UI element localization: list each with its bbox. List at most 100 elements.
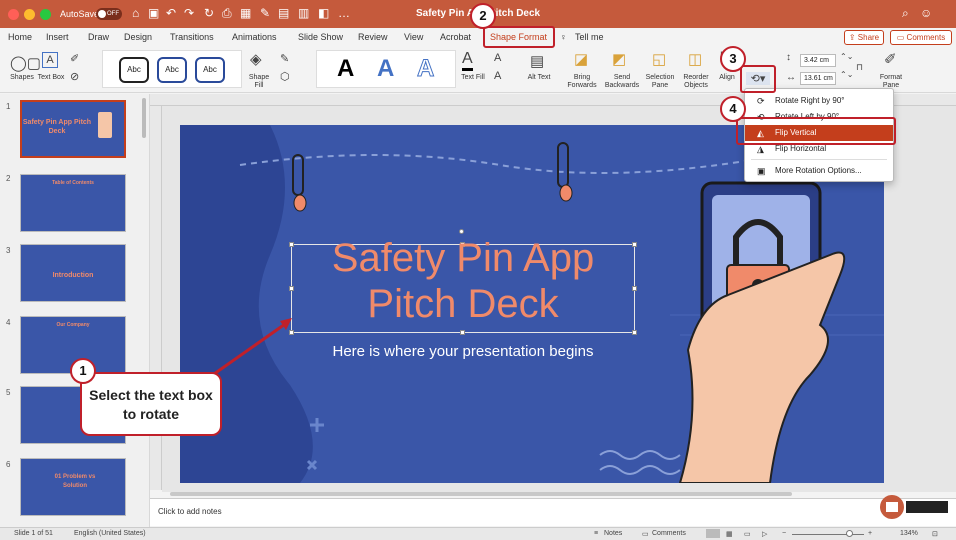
wordart-style-3[interactable]: A	[416, 55, 434, 83]
tab-tell-me[interactable]: Tell me	[575, 32, 604, 42]
slide-sorter-icon[interactable]: ▦	[726, 530, 733, 538]
minimize-window-button[interactable]	[24, 9, 35, 20]
format-pane-icon[interactable]: ✐	[884, 50, 897, 68]
slide-thumbnail[interactable]: 01 Problem vs Solution	[20, 458, 126, 516]
selection-pane-icon[interactable]: ◱	[652, 50, 666, 68]
thumbnail-scrollbar[interactable]	[142, 98, 146, 138]
fit-to-window-icon[interactable]: ⊡	[932, 530, 938, 538]
tab-transitions[interactable]: Transitions	[170, 32, 214, 42]
print-icon[interactable]: ⎙	[222, 6, 232, 21]
autosave-toggle[interactable]: OFF	[96, 8, 122, 20]
shape-style-3[interactable]: Abc	[195, 57, 225, 83]
zoom-slider-track[interactable]	[792, 534, 864, 535]
tab-home[interactable]: Home	[8, 32, 32, 42]
tab-animations[interactable]: Animations	[232, 32, 277, 42]
edit-shape-icon[interactable]: ✐	[70, 52, 79, 65]
shape-height-field[interactable]: 3.42 cm	[800, 54, 836, 67]
shape-effects-icon[interactable]: ⬡	[280, 70, 290, 83]
shape-style-2[interactable]: Abc	[157, 57, 187, 83]
bring-forwards-icon[interactable]: ◪	[574, 50, 588, 68]
textbox-icon[interactable]: A	[42, 52, 58, 68]
slide-subtitle[interactable]: Here is where your presentation begins	[288, 343, 638, 360]
zoom-out-icon[interactable]: −	[782, 530, 786, 537]
horizontal-scrollbar[interactable]	[170, 492, 792, 496]
shape-fill-icon[interactable]: ◈	[250, 50, 262, 68]
text-outline-icon[interactable]: A	[494, 52, 501, 64]
rotate-button-highlight	[740, 65, 776, 93]
refresh-icon[interactable]: ↻	[204, 6, 214, 20]
wordart-style-2[interactable]: A	[377, 55, 394, 83]
resize-handle[interactable]	[289, 330, 294, 335]
language-indicator[interactable]: English (United States)	[74, 530, 146, 537]
slide-thumbnail[interactable]: Introduction	[20, 244, 126, 302]
reorder-objects-label: Reorder Objects	[683, 74, 709, 89]
shape-style-1[interactable]: Abc	[119, 57, 149, 83]
comments-button[interactable]: ▭ Comments	[890, 30, 952, 45]
height-stepper[interactable]: ⌃⌄	[840, 52, 853, 61]
smiley-icon[interactable]: ☺	[920, 6, 932, 20]
tab-slide-show[interactable]: Slide Show	[298, 32, 343, 42]
link-icon[interactable]: ⊘	[70, 70, 79, 83]
comments-toggle[interactable]: Comments	[652, 530, 686, 537]
format-icon[interactable]: ✎	[260, 6, 270, 20]
text-fill-icon[interactable]: A	[462, 50, 473, 71]
ellipsis-icon[interactable]: …	[338, 6, 350, 20]
slideshow-icon[interactable]: ▷	[762, 530, 767, 538]
menu-more-rotation-options[interactable]: ▣ More Rotation Options...	[745, 163, 893, 179]
tab-insert[interactable]: Insert	[46, 32, 69, 42]
notes-toggle[interactable]: Notes	[604, 530, 622, 537]
tab-view[interactable]: View	[404, 32, 423, 42]
zoom-in-icon[interactable]: +	[868, 530, 872, 537]
share-button[interactable]: ⇪ Share	[844, 30, 884, 45]
shape-outline-icon[interactable]: ✎	[280, 52, 289, 65]
shapes-label: Shapes	[10, 74, 34, 81]
close-window-button[interactable]	[8, 9, 19, 20]
shapes-icon[interactable]: ◯▢	[10, 54, 41, 72]
tab-design[interactable]: Design	[124, 32, 152, 42]
step-badge-1: 1	[70, 358, 96, 384]
menu-rotate-right[interactable]: ⟳ Rotate Right by 90°	[745, 93, 893, 109]
slide-thumbnail[interactable]: Table of Contents	[20, 174, 126, 232]
text-fill-label: Text Fill	[461, 74, 485, 81]
maximize-window-button[interactable]	[40, 9, 51, 20]
resize-handle[interactable]	[460, 330, 465, 335]
home-icon[interactable]: ⌂	[132, 6, 139, 20]
ribbon: ◯▢ Shapes A Text Box ✐ ⊘ Abc Abc Abc ◈ S…	[0, 48, 956, 93]
wordart-style-1[interactable]: A	[337, 55, 354, 83]
search-icon[interactable]: ⌕	[902, 6, 909, 21]
redo-icon[interactable]: ↷	[184, 6, 194, 20]
zoom-level[interactable]: 134%	[900, 530, 918, 537]
wordart-gallery: A A A	[316, 50, 456, 88]
notes-pane[interactable]: Click to add notes	[150, 498, 956, 526]
lock-aspect-icon[interactable]: ⊓	[856, 62, 863, 73]
tab-acrobat[interactable]: Acrobat	[440, 32, 471, 42]
slide-counter: Slide 1 of 51	[14, 530, 53, 537]
slide-title[interactable]: Safety Pin App Pitch Deck	[288, 235, 638, 327]
save-icon[interactable]: ▣	[148, 6, 159, 20]
zoom-slider-thumb[interactable]	[846, 530, 853, 537]
reorder-objects-icon[interactable]: ◫	[688, 50, 702, 68]
share-icon: ⇪	[848, 33, 858, 42]
resize-handle[interactable]	[632, 330, 637, 335]
clipboard-icon[interactable]: ▥	[298, 6, 309, 20]
width-stepper[interactable]: ⌃⌄	[840, 70, 853, 79]
undo-icon[interactable]: ↶	[166, 6, 176, 20]
comments-label: Comments	[906, 33, 946, 42]
tab-draw[interactable]: Draw	[88, 32, 109, 42]
rotate-handle[interactable]	[459, 229, 464, 234]
shape-width-field[interactable]: 13.61 cm	[800, 72, 836, 85]
step-badge-3: 3	[720, 46, 746, 72]
text-effects-icon[interactable]: A	[494, 70, 501, 82]
tab-review[interactable]: Review	[358, 32, 388, 42]
menu-item-label: More Rotation Options...	[775, 166, 862, 175]
paste-icon[interactable]: ▤	[278, 6, 289, 20]
reading-view-icon[interactable]: ▭	[744, 530, 751, 538]
table-icon[interactable]: ▦	[240, 6, 251, 20]
alt-text-icon[interactable]: ▤	[530, 52, 544, 70]
slide-thumbnail[interactable]: Safety Pin App Pitch Deck	[20, 100, 126, 158]
thumb-phone-graphic	[98, 112, 112, 138]
shapes-icon[interactable]: ◧	[318, 6, 329, 20]
normal-view-icon[interactable]	[706, 529, 720, 538]
send-backwards-icon[interactable]: ◩	[612, 50, 626, 68]
rotation-options-icon: ▣	[757, 166, 766, 176]
